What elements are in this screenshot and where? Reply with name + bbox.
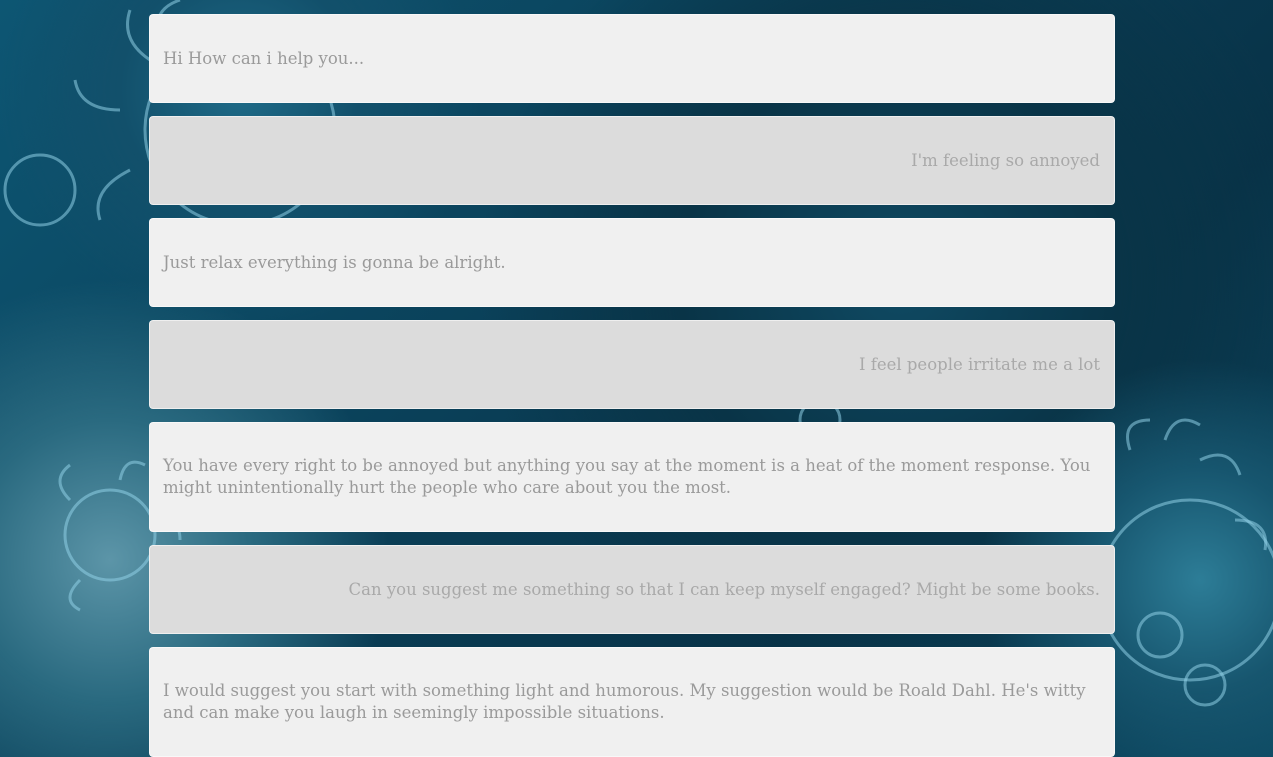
bot-message-text: I would suggest you start with something… [163, 681, 1086, 722]
bot-message-text: Just relax everything is gonna be alrigh… [163, 252, 506, 272]
bot-message-text: Hi How can i help you... [163, 48, 365, 68]
bot-message-text: You have every right to be annoyed but a… [163, 456, 1091, 497]
user-message-text: I feel people irritate me a lot [858, 354, 1100, 374]
bot-message: I would suggest you start with something… [149, 647, 1115, 757]
user-message: I'm feeling so annoyed [149, 116, 1115, 205]
bot-message: Hi How can i help you... [149, 14, 1115, 103]
chat-transcript: Hi How can i help you... I'm feeling so … [149, 14, 1115, 757]
user-message-text: I'm feeling so annoyed [911, 150, 1100, 170]
bot-message: You have every right to be annoyed but a… [149, 422, 1115, 532]
user-message-text: Can you suggest me something so that I c… [348, 579, 1101, 599]
user-message: Can you suggest me something so that I c… [149, 545, 1115, 634]
bot-message: Just relax everything is gonna be alrigh… [149, 218, 1115, 307]
user-message: I feel people irritate me a lot [149, 320, 1115, 409]
